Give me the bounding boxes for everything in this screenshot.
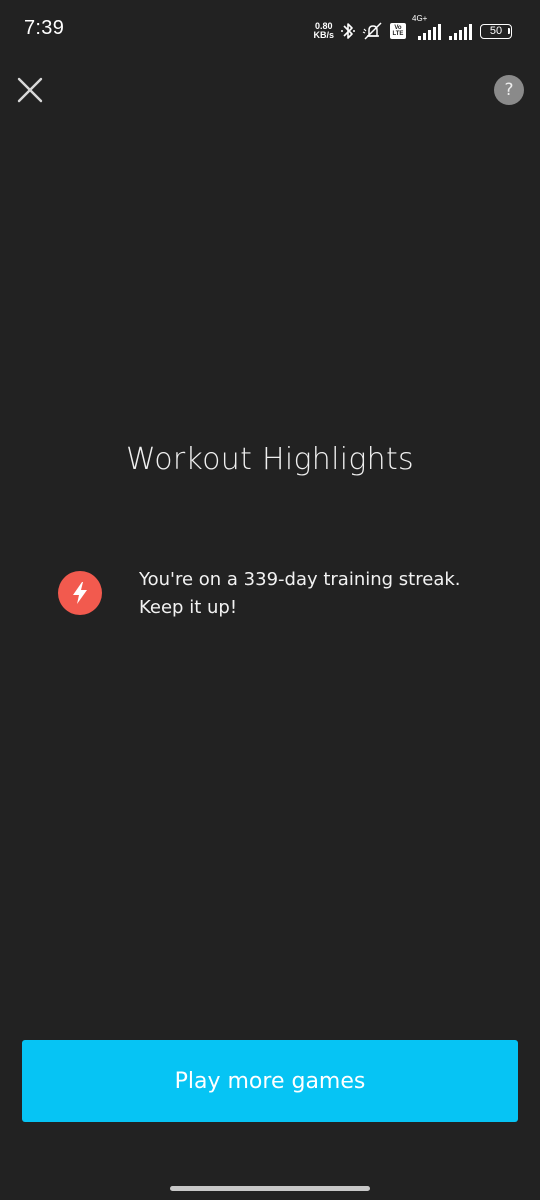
battery-icon: 50 [480,23,512,39]
network-speed-unit: KB/s [313,30,334,40]
lightning-icon [58,571,102,615]
signal-icon [448,21,474,41]
play-more-games-button[interactable]: Play more games [22,1040,518,1122]
status-bar: 7:39 0.80 KB/s Vo LTE 4G+ 50 [0,0,540,60]
status-time: 7:39 [24,17,65,39]
home-indicator[interactable] [170,1186,370,1191]
highlight-item: You're on a 339-day training streak. Kee… [58,566,498,622]
help-button[interactable]: ? [494,75,524,105]
bluetooth-icon [340,21,356,41]
streak-message: You're on a 339-day training streak. Kee… [139,566,461,622]
page-title: Workout Highlights [126,442,414,477]
battery-level: 50 [480,23,512,39]
help-icon: ? [504,79,514,100]
streak-message-line1: You're on a 339-day training streak. [139,569,461,590]
close-icon [17,77,43,103]
streak-message-line2: Keep it up! [139,597,238,618]
status-icons: 0.80 KB/s Vo LTE 4G+ 50 [313,15,512,44]
signal-icon: 4G+ [412,15,442,41]
network-speed: 0.80 KB/s [313,22,334,40]
close-button[interactable] [12,72,48,108]
mute-icon [362,21,384,41]
network-type-label: 4G+ [412,14,428,23]
volte-icon: Vo LTE [390,23,406,39]
volte-bottom-label: LTE [392,31,404,37]
